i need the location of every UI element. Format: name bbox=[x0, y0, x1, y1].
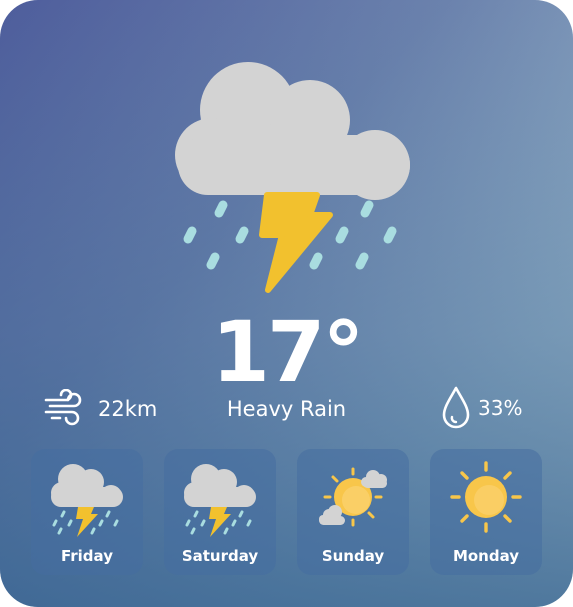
sun-icon bbox=[450, 461, 522, 533]
humidity: 33% bbox=[440, 385, 522, 431]
forecast-day-monday[interactable]: Monday bbox=[430, 449, 542, 575]
forecast-day-saturday[interactable]: Saturday bbox=[164, 449, 276, 575]
forecast-day-label: Monday bbox=[452, 547, 520, 565]
partly-sunny-icon bbox=[319, 467, 387, 527]
wind-icon bbox=[44, 389, 82, 426]
wind-value: 22km bbox=[98, 397, 158, 421]
thunderstorm-rain-icon bbox=[184, 464, 256, 537]
forecast-day-friday[interactable]: Friday bbox=[31, 449, 143, 575]
weather-card: 17° Heavy Rain 22km 33% Friday Saturday … bbox=[0, 0, 573, 607]
forecast-day-sunday[interactable]: Sunday bbox=[297, 449, 409, 575]
forecast-day-label: Saturday bbox=[181, 547, 259, 565]
thunderstorm-rain-icon bbox=[51, 464, 123, 537]
forecast-day-label: Sunday bbox=[321, 547, 385, 565]
humidity-value: 33% bbox=[478, 396, 523, 420]
forecast-day-label: Friday bbox=[60, 547, 113, 565]
wind-speed: 22km bbox=[44, 389, 157, 429]
temperature: 17° bbox=[211, 303, 365, 401]
thunderstorm-rain-icon bbox=[175, 62, 410, 293]
droplet-icon bbox=[442, 386, 470, 429]
